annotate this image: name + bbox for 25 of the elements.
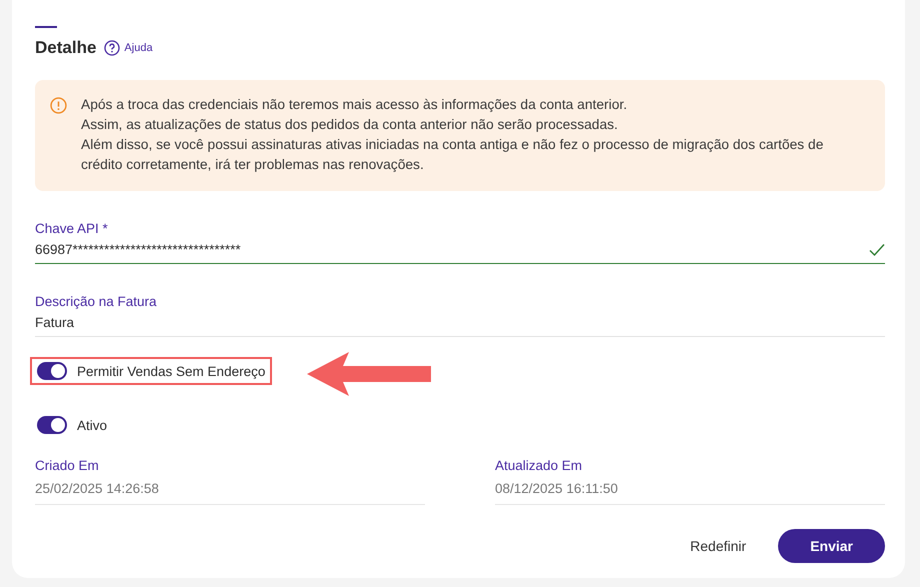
warning-text: Após a troca das credenciais não teremos mais acesso às informações da conta anterior. (81, 96, 628, 114)
field-value: Fatura (35, 315, 74, 330)
info-label: Atualizado Em (495, 458, 582, 473)
info-label: Criado Em (35, 458, 99, 473)
warning-text: Além disso, se você possui assinaturas ativas iniciadas na conta antiga e não fez o processo de migração dos cartões de crédito corretamente, irá ter problemas nas renovações. (81, 136, 824, 174)
check-icon (869, 242, 885, 256)
info-value: 08/12/2025 16:11:50 (495, 481, 619, 496)
title-accent (35, 26, 57, 28)
warning-icon (50, 97, 67, 114)
toggle-switch[interactable] (37, 362, 67, 380)
toggle-switch[interactable] (37, 416, 67, 434)
help-icon (104, 40, 120, 56)
submit-button[interactable]: Enviar (778, 529, 885, 563)
toggle-label: Permitir Vendas Sem Endereço (77, 364, 266, 378)
field-label: Chave API * (35, 221, 109, 236)
help-link[interactable]: Ajuda (104, 40, 153, 56)
toggle-label: Ativo (77, 418, 108, 432)
field-label: Descrição na Fatura (35, 294, 158, 309)
input-field[interactable]: Chave API * 66987******************************** (35, 221, 885, 264)
input-field[interactable]: Descrição na Fatura Fatura (35, 294, 885, 337)
info-value: 25/02/2025 14:26:58 (35, 481, 160, 496)
field-value: 66987******************************** (35, 242, 241, 257)
section-title: Detalhe (35, 38, 96, 58)
reset-button[interactable]: Redefinir (674, 529, 762, 563)
warning-text: Assim, as atualizações de status dos pedidos da conta anterior não serão processadas. (81, 116, 619, 134)
